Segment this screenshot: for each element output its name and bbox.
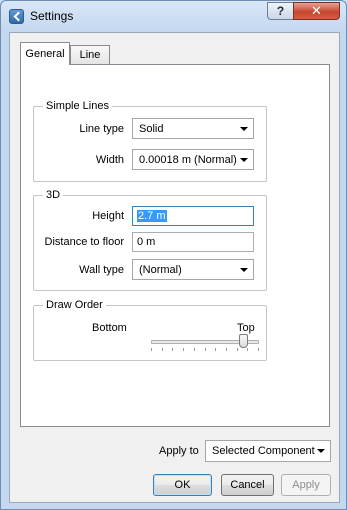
close-icon: ✕	[311, 3, 322, 18]
line-type-select[interactable]: Solid	[132, 118, 254, 139]
apply-to-label: Apply to	[159, 445, 199, 457]
chevron-down-icon	[240, 268, 248, 272]
tab-line-label: Line	[79, 49, 101, 61]
help-icon: ?	[276, 4, 285, 18]
slider-tick	[237, 348, 238, 351]
slider-tick	[258, 348, 259, 351]
tab-general[interactable]: General	[20, 42, 70, 65]
3d-group: 3D Height 2.7 m Distance to floor 0 m Wa…	[33, 189, 267, 291]
chevron-down-icon	[240, 158, 248, 162]
apply-to-value: Selected Component	[212, 445, 315, 457]
ok-button[interactable]: OK	[153, 474, 212, 496]
distance-to-floor-label: Distance to floor	[44, 236, 124, 248]
slider-tick	[247, 348, 248, 351]
apply-button[interactable]: Apply	[281, 474, 331, 496]
draw-order-slider-thumb[interactable]	[239, 334, 248, 348]
settings-window: Settings ? ✕ General Line Simple Lines L…	[0, 0, 347, 510]
distance-to-floor-input[interactable]: 0 m	[132, 232, 254, 252]
ok-button-label: OK	[174, 479, 191, 491]
apply-button-label: Apply	[292, 479, 320, 491]
apply-to-select[interactable]: Selected Component	[205, 440, 331, 462]
cancel-button-label: Cancel	[230, 479, 265, 491]
slider-tick	[162, 348, 163, 351]
window-title: Settings	[30, 9, 74, 23]
width-label: Width	[95, 154, 124, 166]
slider-tick	[226, 348, 227, 351]
close-button[interactable]: ✕	[293, 2, 340, 20]
dialog-client-area: General Line Simple Lines Line type Soli…	[9, 32, 340, 503]
height-input[interactable]: 2.7 m	[132, 206, 254, 226]
tab-general-label: General	[25, 48, 65, 60]
3d-legend: 3D	[43, 189, 64, 201]
chevron-down-icon	[317, 449, 325, 453]
cancel-button[interactable]: Cancel	[221, 474, 274, 496]
slider-tick	[194, 348, 195, 351]
line-type-label: Line type	[79, 123, 124, 135]
chevron-down-icon	[240, 127, 248, 131]
draw-order-legend: Draw Order	[43, 299, 106, 311]
title-bar[interactable]: Settings ? ✕	[1, 1, 346, 32]
help-button[interactable]: ?	[267, 2, 294, 20]
tab-line[interactable]: Line	[70, 45, 110, 64]
height-value: 2.7 m	[137, 210, 167, 222]
general-tab-panel: Simple Lines Line type Solid Width 0.000…	[20, 64, 330, 427]
width-select[interactable]: 0.00018 m (Normal)	[132, 149, 254, 170]
width-value: 0.00018 m (Normal)	[139, 153, 237, 166]
distance-to-floor-value: 0 m	[137, 236, 156, 248]
slider-bottom-label: Bottom	[92, 322, 127, 334]
simple-lines-group: Simple Lines Line type Solid Width 0.000…	[33, 100, 267, 182]
slider-tick	[205, 348, 206, 351]
wall-type-value: (Normal)	[139, 263, 182, 276]
back-arrow-icon	[9, 9, 24, 24]
simple-lines-legend: Simple Lines	[43, 100, 112, 112]
wall-type-label: Wall type	[79, 264, 124, 276]
draw-order-group: Draw Order Bottom Top	[33, 299, 267, 361]
line-type-value: Solid	[139, 122, 164, 135]
slider-tick	[215, 348, 216, 351]
slider-tick	[151, 348, 152, 351]
slider-top-label: Top	[237, 322, 255, 334]
wall-type-select[interactable]: (Normal)	[132, 259, 254, 280]
slider-tick	[172, 348, 173, 351]
height-label: Height	[92, 210, 124, 222]
slider-tick	[183, 348, 184, 351]
